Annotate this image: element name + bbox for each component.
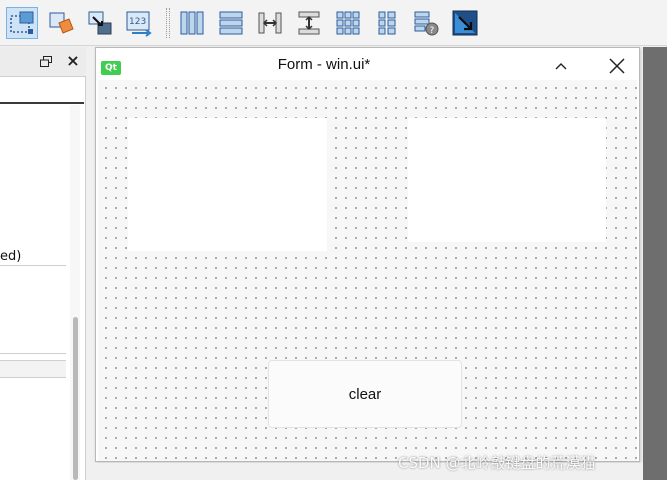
adjust-size-icon (452, 10, 478, 36)
edit-tab-order-icon: 123 (126, 11, 152, 37)
toolbar-separator (166, 8, 170, 38)
form-title: Form - win.ui* (277, 56, 371, 73)
close-icon (609, 58, 625, 74)
designer-toolbar: 123 ? (0, 0, 667, 46)
edit-buddies-icon (88, 11, 112, 35)
layout-form-button[interactable] (371, 7, 403, 39)
dock-row-header (0, 360, 66, 378)
form-window: Qt Form - win.ui* clear (95, 47, 640, 462)
dock-row-divider (0, 353, 66, 354)
svg-text:?: ? (430, 26, 435, 36)
layout-form-icon (378, 11, 396, 35)
clear-button[interactable]: clear (268, 360, 462, 428)
collapse-button[interactable] (550, 56, 572, 76)
right-display-widget[interactable] (408, 118, 606, 242)
edit-signals-slots-icon (49, 12, 74, 34)
left-dock-panel: × ed) (0, 47, 86, 480)
edit-tab-order-button[interactable]: 123 (123, 7, 155, 39)
chevron-up-icon (555, 63, 567, 70)
layout-horizontal-icon (180, 11, 204, 35)
layout-vertical-button[interactable] (215, 7, 247, 39)
break-layout-icon: ? (414, 11, 439, 36)
dock-clipped-label: ed) (0, 249, 22, 264)
background-area (643, 47, 667, 480)
layout-vertical-splitter-icon (298, 11, 320, 35)
layout-vertical-splitter-button[interactable] (293, 7, 325, 39)
watermark-text: CSDN @北岭敲键盘的荒漠猫 (398, 454, 596, 472)
dock-header-divider (0, 102, 84, 104)
layout-horizontal-splitter-icon (258, 12, 282, 34)
layout-horizontal-splitter-button[interactable] (254, 7, 286, 39)
close-dock-icon[interactable]: × (65, 52, 81, 70)
tab-order-label: 123 (129, 17, 146, 27)
form-design-canvas[interactable]: clear (98, 80, 637, 461)
adjust-size-button[interactable] (449, 7, 481, 39)
layout-vertical-icon (219, 11, 243, 35)
float-dock-icon[interactable] (40, 56, 52, 67)
break-layout-button[interactable]: ? (410, 7, 442, 39)
edit-buddies-button[interactable] (84, 7, 116, 39)
layout-horizontal-button[interactable] (176, 7, 208, 39)
edit-signals-slots-button[interactable] (45, 7, 77, 39)
close-window-button[interactable] (605, 55, 629, 77)
edit-widgets-button[interactable] (6, 7, 38, 39)
layout-grid-icon (336, 11, 360, 35)
layout-grid-button[interactable] (332, 7, 364, 39)
left-display-widget[interactable] (128, 118, 327, 251)
dock-scrollbar-thumb[interactable] (73, 317, 78, 480)
edit-widgets-icon (10, 11, 34, 34)
dock-title-bar: × (0, 47, 86, 77)
form-title-bar[interactable]: Qt Form - win.ui* (96, 48, 639, 80)
dock-row-divider (0, 265, 66, 266)
